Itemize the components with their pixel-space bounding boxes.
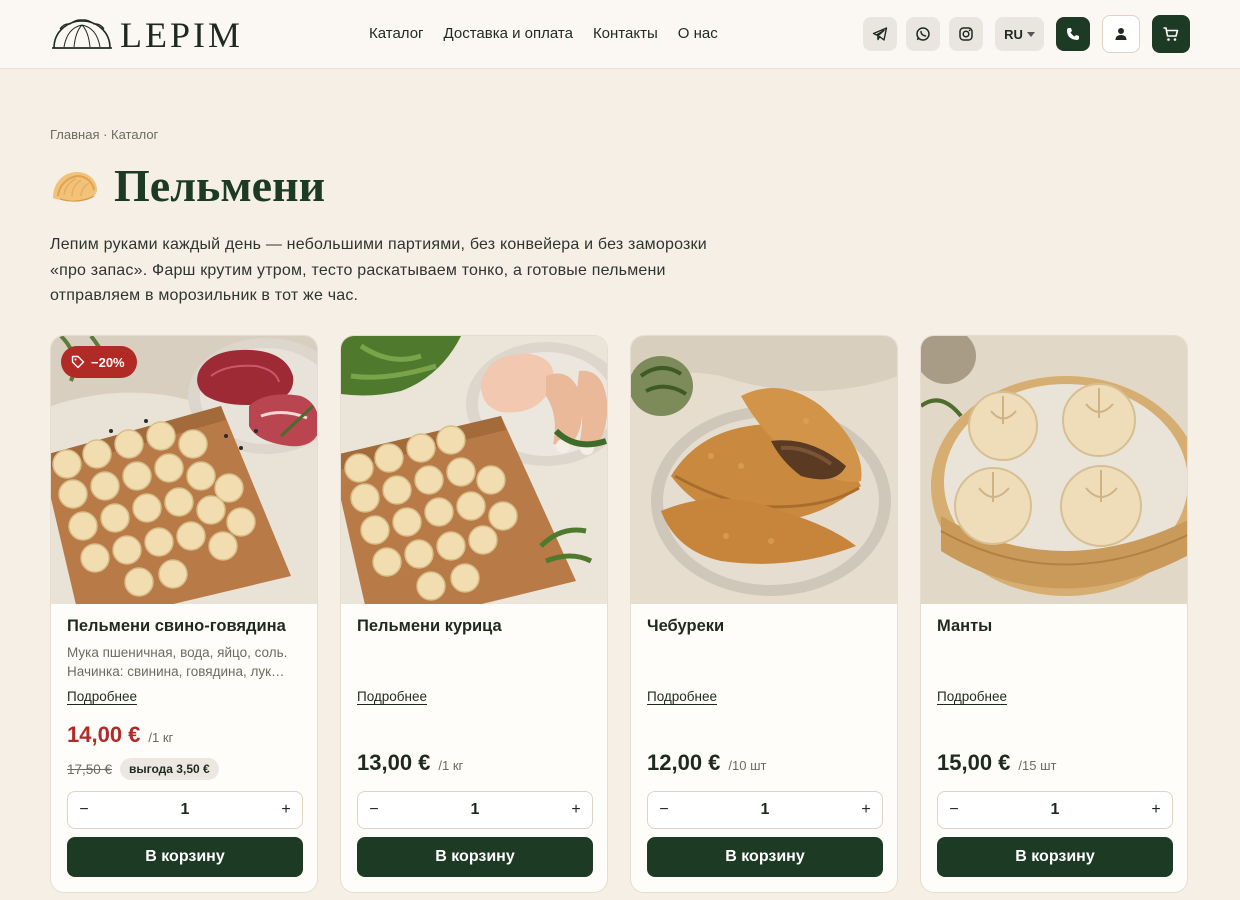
product-card: −20% Пельмени свино-говядина Мука пшенич…: [50, 335, 318, 893]
quantity-stepper: − 1 +: [357, 791, 593, 829]
price-value: 14,00 €: [67, 722, 141, 747]
increment-button[interactable]: +: [270, 792, 302, 828]
chevron-down-icon: [1026, 31, 1035, 37]
quantity-stepper: − 1 +: [67, 791, 303, 829]
breadcrumb[interactable]: Главная · Каталог: [50, 127, 158, 142]
discount-value: −20%: [91, 354, 125, 370]
tag-icon: [71, 355, 85, 369]
quantity-value[interactable]: 1: [108, 792, 262, 828]
nav-contacts[interactable]: Контакты: [593, 24, 658, 44]
quantity-stepper: − 1 +: [647, 791, 883, 829]
product-price: 15,00 € /15 шт: [937, 750, 1056, 776]
product-description: Мука пшеничная, вода, яйцо, соль. Начинк…: [67, 643, 303, 681]
main-nav: Каталог Доставка и оплата Контакты О нас: [369, 24, 718, 44]
product-description-line: Начинка: свинина, говядина, лук…: [67, 664, 285, 679]
old-price-row: 17,50 € выгода 3,50 €: [67, 758, 219, 780]
nav-about[interactable]: О нас: [678, 24, 718, 44]
increment-button[interactable]: +: [1140, 792, 1172, 828]
product-card: Пельмени курица Подробнее 13,00 € /1 кг …: [340, 335, 608, 893]
language-value: RU: [1004, 26, 1023, 42]
old-price: 17,50 €: [67, 761, 113, 777]
cart-icon: [1163, 27, 1179, 41]
decrement-button[interactable]: −: [938, 792, 970, 828]
intro-text: Лепим руками каждый день — небольшими па…: [50, 236, 707, 304]
price-value: 15,00 €: [937, 750, 1011, 775]
price-unit: /1 кг: [438, 758, 464, 773]
product-photo-illustration: [921, 336, 1187, 604]
nav-delivery[interactable]: Доставка и оплата: [444, 24, 573, 44]
brand-name: LEPIM: [120, 15, 243, 55]
logo[interactable]: LEPIM: [50, 15, 243, 55]
account-button[interactable]: [1102, 15, 1140, 53]
add-to-cart-button[interactable]: В корзину: [67, 837, 303, 877]
phone-button[interactable]: [1056, 17, 1090, 51]
price-unit: /10 шт: [728, 758, 767, 773]
product-name[interactable]: Пельмени курица: [357, 617, 502, 636]
savings-badge: выгода 3,50 €: [120, 758, 219, 780]
product-name[interactable]: Манты: [937, 617, 992, 636]
product-price: 14,00 € /1 кг: [67, 722, 173, 748]
decrement-button[interactable]: −: [648, 792, 680, 828]
site-header: LEPIM Каталог Доставка и оплата Контакты…: [0, 0, 1240, 69]
price-value: 12,00 €: [647, 750, 721, 775]
price-unit: /1 кг: [148, 730, 174, 745]
price-value: 13,00 €: [357, 750, 431, 775]
product-card: Чебуреки Подробнее 12,00 € /10 шт − 1 + …: [630, 335, 898, 893]
product-photo-illustration: [341, 336, 607, 604]
quantity-stepper: − 1 +: [937, 791, 1173, 829]
quantity-value[interactable]: 1: [688, 792, 842, 828]
quantity-value[interactable]: 1: [398, 792, 552, 828]
phone-icon: [1067, 28, 1079, 40]
user-icon: [1115, 28, 1127, 40]
telegram-button[interactable]: [863, 17, 897, 51]
more-link[interactable]: Подробнее: [67, 689, 137, 704]
product-description-line: Мука пшеничная, вода, яйцо, соль.: [67, 645, 288, 660]
increment-button[interactable]: +: [850, 792, 882, 828]
instagram-icon: [959, 27, 973, 41]
product-name[interactable]: Чебуреки: [647, 617, 724, 636]
add-to-cart-button[interactable]: В корзину: [357, 837, 593, 877]
page-heading: Пельмени: [50, 158, 325, 214]
product-photo[interactable]: [631, 336, 897, 604]
more-link[interactable]: Подробнее: [357, 689, 427, 704]
more-link[interactable]: Подробнее: [937, 689, 1007, 704]
cart-button[interactable]: [1152, 15, 1190, 53]
instagram-button[interactable]: [949, 17, 983, 51]
product-photo[interactable]: −20%: [51, 336, 317, 604]
product-photo[interactable]: [341, 336, 607, 604]
product-photo-illustration: [631, 336, 897, 604]
decrement-button[interactable]: −: [68, 792, 100, 828]
add-to-cart-button[interactable]: В корзину: [647, 837, 883, 877]
dumpling-logo-icon: [52, 19, 112, 49]
product-name[interactable]: Пельмени свино-говядина: [67, 617, 286, 636]
price-unit: /15 шт: [1018, 758, 1057, 773]
dumpling-icon: [53, 172, 97, 202]
whatsapp-icon: [916, 27, 930, 41]
increment-button[interactable]: +: [560, 792, 592, 828]
whatsapp-button[interactable]: [906, 17, 940, 51]
nav-catalog[interactable]: Каталог: [369, 24, 424, 44]
decrement-button[interactable]: −: [358, 792, 390, 828]
product-photo[interactable]: [921, 336, 1187, 604]
product-price: 12,00 € /10 шт: [647, 750, 766, 776]
add-to-cart-button[interactable]: В корзину: [937, 837, 1173, 877]
product-card: Манты Подробнее 15,00 € /15 шт − 1 + В к…: [920, 335, 1188, 893]
product-price: 13,00 € /1 кг: [357, 750, 463, 776]
more-link[interactable]: Подробнее: [647, 689, 717, 704]
telegram-icon: [872, 27, 888, 41]
page-title: Пельмени: [114, 160, 326, 211]
language-select[interactable]: RU: [995, 17, 1044, 51]
discount-badge: −20%: [61, 346, 137, 378]
quantity-value[interactable]: 1: [978, 792, 1132, 828]
